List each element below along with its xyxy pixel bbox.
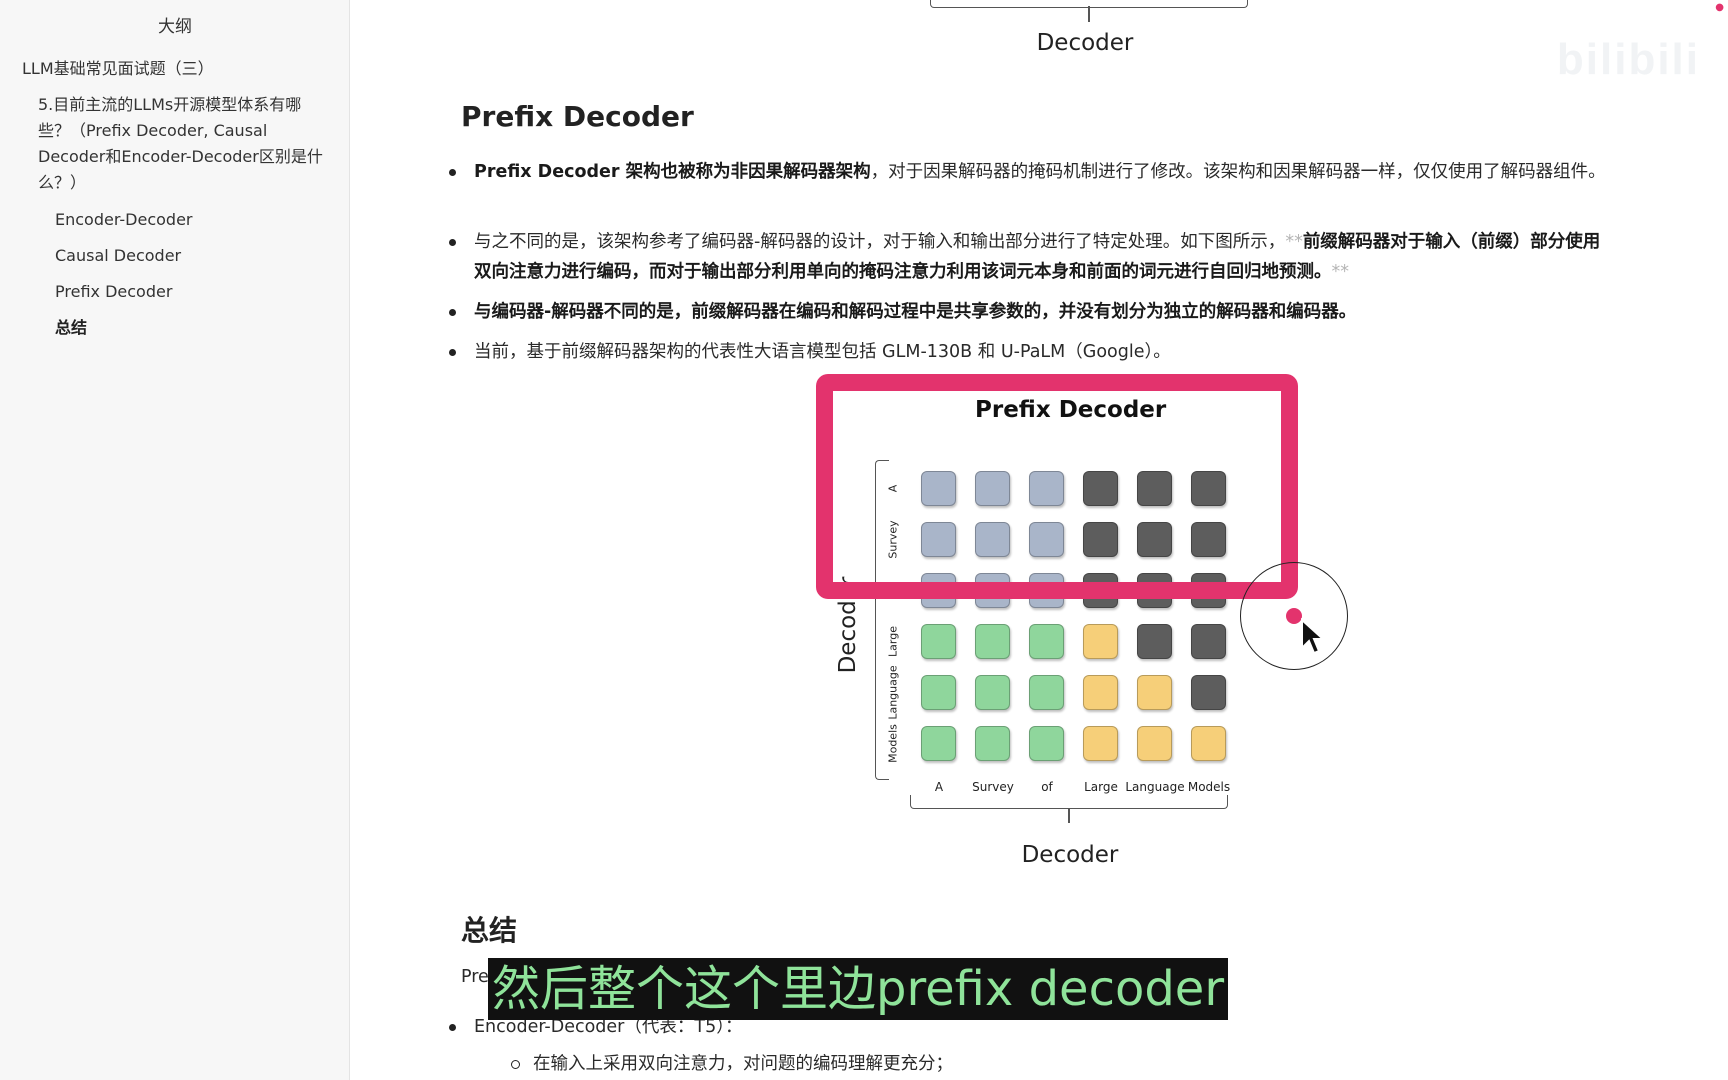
bullet-bold-lead: Prefix Decoder 架构也被称为非因果解码器架构 bbox=[474, 162, 871, 182]
sub-bullet-bidirectional: 在输入上采用双向注意力，对问题的编码理解更充分； bbox=[511, 1050, 953, 1078]
video-subtitle: 然后整个这个里边prefix decoder bbox=[488, 958, 1229, 1020]
corner-marker: ● bbox=[1715, 2, 1724, 13]
markdown-bold-marker: ** bbox=[1285, 232, 1303, 252]
outline-item-encoder-decoder[interactable]: Encoder-Decoder bbox=[55, 207, 335, 233]
bullet-prefix-difference: 与之不同的是，该架构参考了编码器-解码器的设计，对于输入和输出部分进行了特定处理… bbox=[449, 227, 1614, 287]
mask-cell bbox=[921, 624, 956, 659]
sub-bullet-ring bbox=[511, 1060, 520, 1069]
mask-cell bbox=[1029, 726, 1064, 761]
mask-cell bbox=[1191, 675, 1226, 710]
sub-bullet-text: 在输入上采用双向注意力，对问题的编码理解更充分； bbox=[533, 1054, 953, 1074]
figure-bottom-bracket bbox=[910, 795, 1228, 809]
mask-cell bbox=[921, 675, 956, 710]
outline-item-prefix-decoder[interactable]: Prefix Decoder bbox=[55, 279, 335, 305]
section-heading-prefix-decoder: Prefix Decoder bbox=[461, 100, 694, 133]
mouse-pointer-icon bbox=[1301, 618, 1326, 655]
bullet-dot bbox=[449, 349, 456, 356]
mask-cell bbox=[1137, 624, 1172, 659]
figure-bottom-bracket-tick bbox=[1068, 808, 1070, 823]
mask-cell bbox=[1137, 675, 1172, 710]
mask-cell bbox=[975, 624, 1010, 659]
bullet-dot bbox=[449, 309, 456, 316]
bullet-prefix-models: 当前，基于前缀解码器架构的代表性大语言模型包括 GLM-130B 和 U-PaL… bbox=[449, 337, 1614, 367]
bullet-prefix-shared-params: 与编码器-解码器不同的是，前缀解码器在编码和解码过程中是共享参数的，并没有划分为… bbox=[449, 297, 1614, 327]
bullet-dot bbox=[449, 1024, 456, 1031]
mask-cell bbox=[975, 726, 1010, 761]
bullet-bold-text: 与编码器-解码器不同的是，前缀解码器在编码和解码过程中是共享参数的，并没有划分为… bbox=[474, 302, 1357, 322]
bullet-dot bbox=[449, 169, 456, 176]
outline-sidebar: 大纲 LLM基础常见面试题（三） 5.目前主流的LLMs开源模型体系有哪些？（P… bbox=[0, 0, 350, 1080]
section-heading-summary: 总结 bbox=[461, 914, 518, 947]
annotation-highlight-box bbox=[816, 374, 1298, 599]
outline-item-llm-basics[interactable]: LLM基础常见面试题（三） bbox=[22, 56, 342, 82]
bullet-text: 当前，基于前缀解码器架构的代表性大语言模型包括 GLM-130B 和 U-PaL… bbox=[474, 342, 1171, 362]
bilibili-watermark: bilibili bbox=[1556, 35, 1700, 84]
bullet-text: Encoder-Decoder（代表：T5）： bbox=[474, 1017, 743, 1037]
outline-item-causal-decoder[interactable]: Causal Decoder bbox=[55, 243, 335, 269]
markdown-bold-marker: ** bbox=[1331, 262, 1350, 282]
mask-cell bbox=[975, 675, 1010, 710]
mask-cell bbox=[1191, 624, 1226, 659]
bullet-dot bbox=[449, 239, 456, 246]
mask-cell bbox=[1029, 624, 1064, 659]
outline-title: 大纲 bbox=[158, 17, 192, 37]
top-figure-bracket-tick bbox=[1088, 6, 1090, 22]
bullet-text: ，对于因果解码器的掩码机制进行了修改。该架构和因果解码器一样，仅仅使用了解码器组… bbox=[870, 162, 1606, 182]
mask-cell bbox=[1191, 726, 1226, 761]
outline-item-question-5[interactable]: 5.目前主流的LLMs开源模型体系有哪些？（Prefix Decoder, Ca… bbox=[38, 92, 333, 196]
mask-cell bbox=[1083, 726, 1118, 761]
bullet-text: 与之不同的是，该架构参考了编码器-解码器的设计，对于输入和输出部分进行了特定处理… bbox=[474, 232, 1286, 252]
figure-bottom-decoder-label: Decoder bbox=[1021, 842, 1119, 868]
mask-cell bbox=[921, 726, 956, 761]
figure-row-label: Models bbox=[886, 724, 900, 763]
outline-item-summary[interactable]: 总结 bbox=[55, 315, 335, 341]
figure-col-label: Models bbox=[1187, 780, 1231, 794]
top-figure-decoder-label: Decoder bbox=[1036, 30, 1134, 56]
mask-cell bbox=[1029, 675, 1064, 710]
summary-intro-text: Pre bbox=[461, 967, 489, 987]
mask-cell bbox=[1083, 624, 1118, 659]
mask-cell bbox=[1137, 726, 1172, 761]
mask-cell bbox=[1083, 675, 1118, 710]
bullet-prefix-intro: Prefix Decoder 架构也被称为非因果解码器架构，对于因果解码器的掩码… bbox=[449, 157, 1614, 187]
